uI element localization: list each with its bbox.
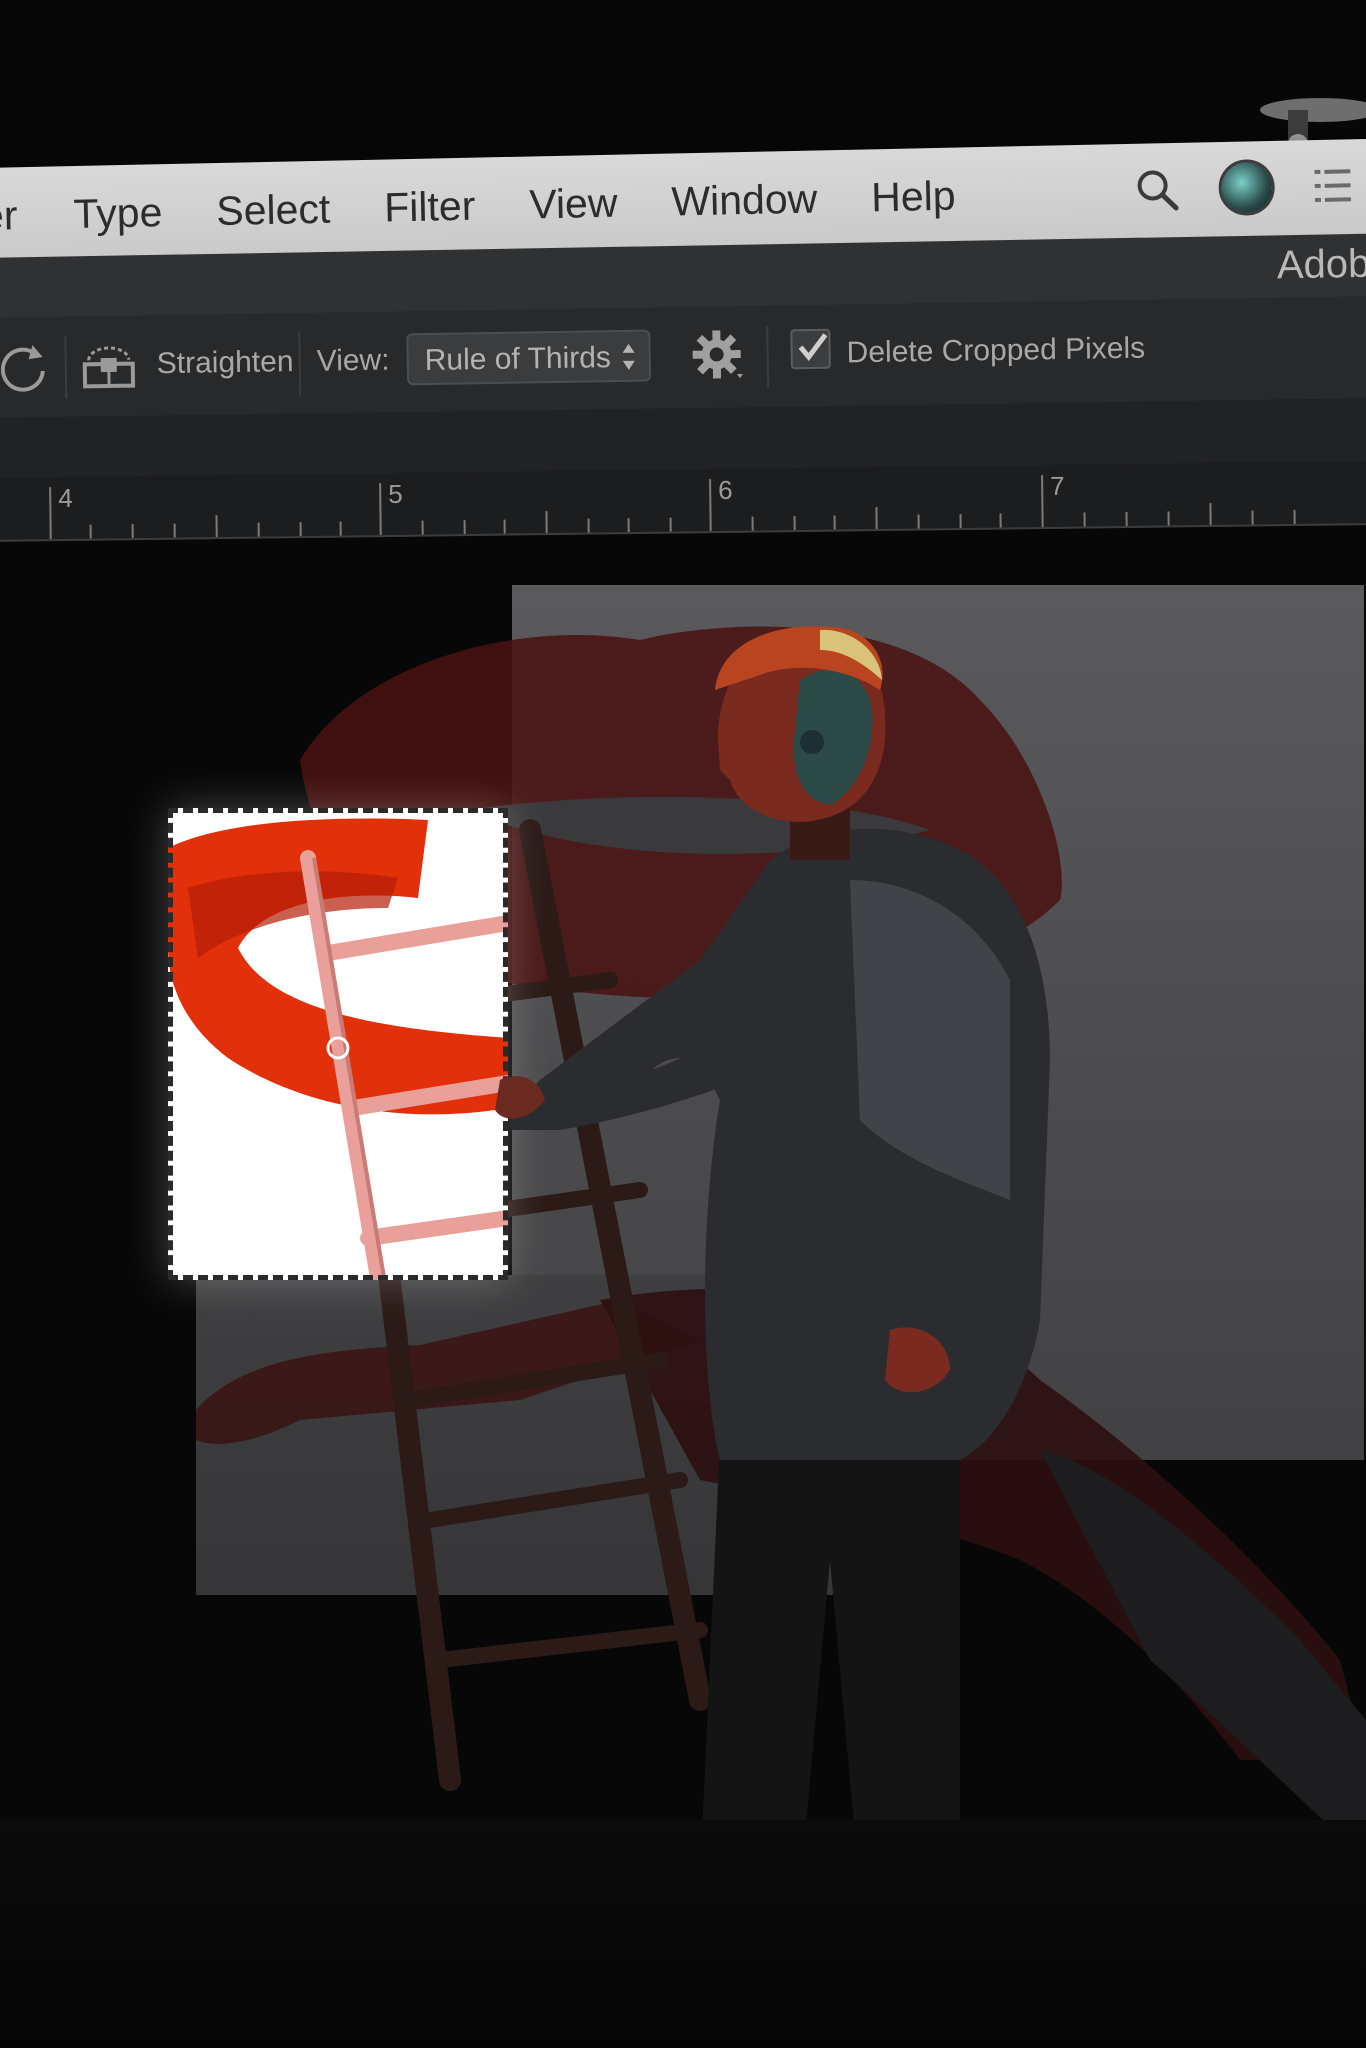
- person-standing: [495, 626, 1050, 1910]
- studio-floor: [0, 1820, 1366, 2048]
- photo-scene: er Type Select Filter View Window Help A…: [0, 0, 1366, 2048]
- person-ear: [800, 730, 824, 754]
